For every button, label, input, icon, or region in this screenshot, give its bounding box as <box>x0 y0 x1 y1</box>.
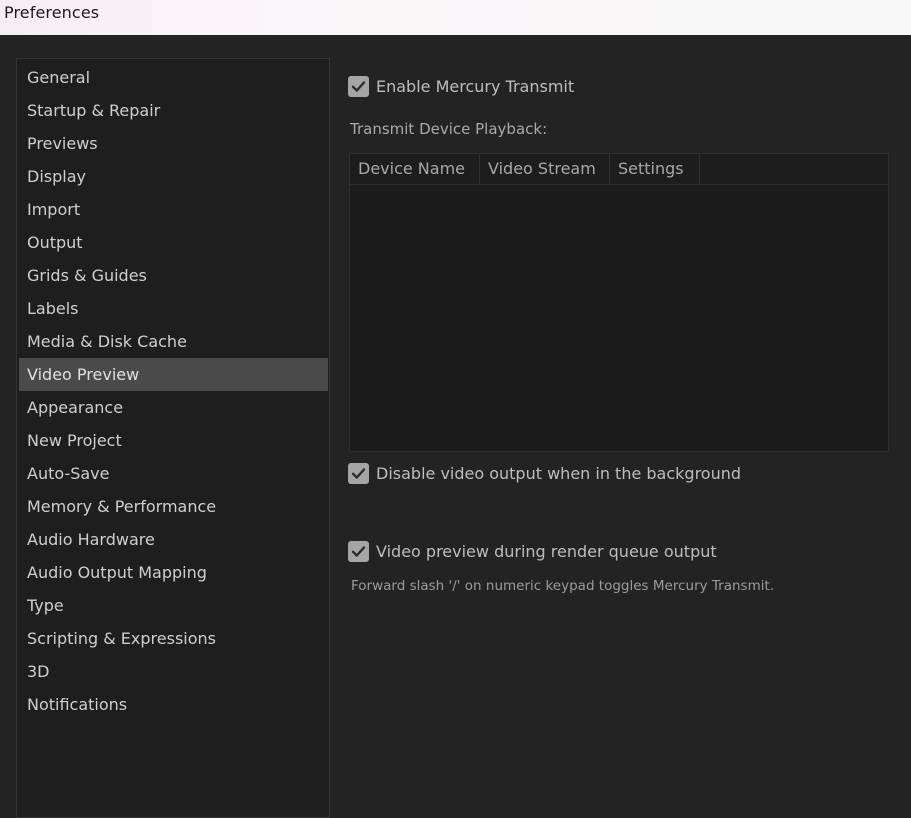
enable-mercury-transmit-checkbox[interactable] <box>348 76 369 97</box>
disable-background-output-label: Disable video output when in the backgro… <box>376 464 742 483</box>
column-video-stream[interactable]: Video Stream <box>480 154 610 184</box>
sidebar-item-type[interactable]: Type <box>19 589 328 622</box>
sidebar-item-video-preview[interactable]: Video Preview <box>19 358 328 391</box>
sidebar-item-display[interactable]: Display <box>19 160 328 193</box>
sidebar-item-labels[interactable]: Labels <box>19 292 328 325</box>
table-header: Device Name Video Stream Settings <box>350 154 888 185</box>
sidebar-item-audio-hardware[interactable]: Audio Hardware <box>19 523 328 556</box>
title-bar: Preferences <box>0 0 911 35</box>
sidebar-item-auto-save[interactable]: Auto-Save <box>19 457 328 490</box>
preferences-category-list: General Startup & Repair Previews Displa… <box>16 58 330 818</box>
window-title: Preferences <box>4 3 100 22</box>
render-queue-preview-checkbox[interactable] <box>348 541 369 562</box>
column-device-name[interactable]: Device Name <box>350 154 480 184</box>
sidebar-item-previews[interactable]: Previews <box>19 127 328 160</box>
transmit-device-playback-label: Transmit Device Playback: <box>350 120 548 138</box>
checkmark-icon <box>351 468 366 479</box>
sidebar-item-import[interactable]: Import <box>19 193 328 226</box>
keypad-toggle-note: Forward slash '/' on numeric keypad togg… <box>351 578 775 594</box>
transmit-device-table: Device Name Video Stream Settings <box>349 153 889 452</box>
sidebar-item-media-disk-cache[interactable]: Media & Disk Cache <box>19 325 328 358</box>
sidebar-item-grids-guides[interactable]: Grids & Guides <box>19 259 328 292</box>
disable-background-output-checkbox[interactable] <box>348 463 369 484</box>
sidebar-item-notifications[interactable]: Notifications <box>19 688 328 721</box>
checkmark-icon <box>351 546 366 557</box>
sidebar-item-output[interactable]: Output <box>19 226 328 259</box>
sidebar-item-general[interactable]: General <box>19 61 328 94</box>
sidebar-item-3d[interactable]: 3D <box>19 655 328 688</box>
column-settings[interactable]: Settings <box>610 154 700 184</box>
sidebar-item-scripting-expressions[interactable]: Scripting & Expressions <box>19 622 328 655</box>
sidebar-item-startup-repair[interactable]: Startup & Repair <box>19 94 328 127</box>
render-queue-preview-label: Video preview during render queue output <box>376 542 717 561</box>
sidebar-item-memory-performance[interactable]: Memory & Performance <box>19 490 328 523</box>
sidebar-item-appearance[interactable]: Appearance <box>19 391 328 424</box>
checkmark-icon <box>351 81 366 92</box>
enable-mercury-transmit-label: Enable Mercury Transmit <box>376 77 575 96</box>
sidebar-item-audio-output-mapping[interactable]: Audio Output Mapping <box>19 556 328 589</box>
sidebar-item-new-project[interactable]: New Project <box>19 424 328 457</box>
